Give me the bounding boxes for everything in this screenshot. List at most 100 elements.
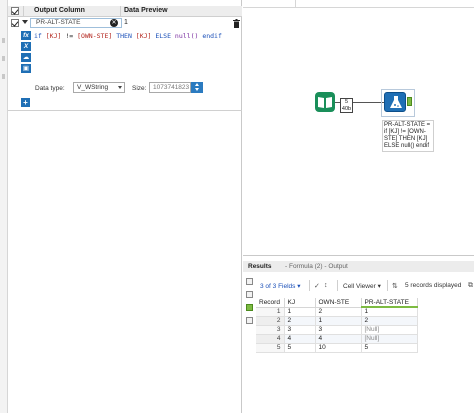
size-stepper[interactable] (191, 82, 203, 93)
cell-viewer-dropdown[interactable]: Cell Viewer ▾ (343, 282, 381, 290)
table-header-row: Record KJ OWN-STE PR-ALT-STATE (256, 298, 418, 308)
variable-x-icon[interactable]: X (21, 42, 31, 51)
expr-field: [KJ] (45, 32, 62, 40)
record-cell: 3 (256, 325, 285, 335)
data-type-select[interactable]: V_WString (73, 82, 125, 93)
output-column-value: PR-ALT-STATE (36, 19, 81, 26)
records-displayed: 5 records displayed (405, 282, 462, 289)
data-preview-value: 1 (124, 19, 128, 26)
table-row[interactable]: 4 4 4 [Null] (256, 334, 418, 344)
kj-cell[interactable]: 3 (284, 325, 316, 335)
output-anchor-icon[interactable] (246, 304, 253, 311)
check-icon[interactable]: ✓ (314, 282, 320, 290)
expr-operator: != (61, 32, 78, 40)
divider (120, 6, 121, 17)
formula-annotation: PR-ALT-STATE = if [KJ] != [OWN-STE] THEN… (382, 120, 434, 152)
workflow-canvas[interactable] (243, 9, 474, 253)
data-type-label: Data type: (35, 85, 65, 92)
filter-icon[interactable]: ⇅ (392, 282, 398, 290)
own-ste-cell[interactable]: 4 (315, 334, 362, 344)
canvas-tab[interactable] (243, 0, 296, 7)
expression-editor[interactable]: if [KJ] != [OWN-STE] THEN [KJ] ELSE null… (32, 30, 242, 80)
column-header-kj[interactable]: KJ (284, 298, 316, 308)
table-view-icon[interactable] (246, 291, 253, 298)
output-column-header: Output Column (34, 7, 85, 14)
fields-dropdown[interactable]: 3 of 3 Fields ▾ (260, 282, 301, 290)
kj-cell[interactable]: 5 (284, 343, 316, 353)
size-input[interactable]: 1073741823 (149, 82, 191, 93)
own-ste-cell[interactable]: 3 (315, 325, 362, 335)
sort-icon[interactable]: ↕ (324, 282, 328, 289)
stepper-down-icon[interactable] (195, 88, 199, 91)
divider (8, 110, 242, 111)
output-anchor[interactable] (407, 97, 412, 106)
own-ste-cell[interactable]: 10 (315, 343, 362, 353)
pr-alt-state-cell[interactable]: [Null] (361, 334, 418, 344)
size-value: 1073741823 (153, 84, 190, 91)
table-row[interactable]: 1 1 2 1 (256, 307, 418, 317)
column-header-pr-alt-state[interactable]: PR-ALT-STATE (361, 298, 418, 308)
table-row[interactable]: 5 5 10 5 (256, 343, 418, 353)
edge-marker (2, 56, 5, 61)
expr-field: [OWN-STE] (77, 32, 113, 40)
record-size: 40b (341, 105, 352, 112)
data-preview-header: Data Preview (124, 7, 168, 14)
function-icon[interactable]: fx (21, 31, 31, 40)
expr-field: [KJ] (135, 32, 152, 40)
select-all-checkbox[interactable] (11, 7, 19, 15)
stepper-up-icon[interactable] (195, 83, 199, 86)
chevron-down-icon (118, 86, 122, 89)
record-cell: 1 (256, 307, 285, 317)
expr-function: null() (174, 32, 199, 40)
row-checkbox[interactable] (11, 19, 19, 27)
own-ste-cell[interactable]: 1 (315, 316, 362, 326)
copy-icon[interactable]: ⧉ (468, 282, 473, 290)
cloud-icon[interactable]: ☁ (21, 53, 31, 62)
edge-marker (2, 38, 5, 43)
pr-alt-state-cell[interactable]: 1 (361, 307, 418, 317)
data-type-row: Data type: V_WString Size: 1073741823 (8, 82, 242, 94)
results-panel: Results - Formula (2) - Output 3 of 3 Fi… (243, 255, 474, 413)
record-count-badge: 5 40b (340, 98, 353, 113)
save-icon[interactable]: ▣ (21, 64, 31, 73)
record-cell: 5 (256, 343, 285, 353)
list-icon[interactable] (246, 317, 253, 324)
column-header-record[interactable]: Record (256, 298, 285, 308)
clear-icon[interactable]: ✕ (110, 19, 118, 27)
edge-marker (2, 74, 5, 79)
kj-cell[interactable]: 1 (284, 307, 316, 317)
fields-dropdown-label: 3 of 3 Fields (260, 283, 296, 290)
metadata-icon[interactable] (246, 278, 253, 285)
canvas-tab-bar (243, 0, 474, 8)
pr-alt-state-cell[interactable]: 2 (361, 316, 418, 326)
results-title-bar: Results - Formula (2) - Output (243, 261, 474, 272)
kj-cell[interactable]: 4 (284, 334, 316, 344)
cell-viewer-label: Cell Viewer (343, 283, 376, 290)
column-header-own-ste[interactable]: OWN-STE (315, 298, 362, 308)
formula-tool-icon[interactable] (384, 92, 406, 112)
trash-icon[interactable] (233, 19, 240, 28)
record-cell: 4 (256, 334, 285, 344)
expr-keyword: endif (198, 32, 222, 40)
kj-cell[interactable]: 2 (284, 316, 316, 326)
record-cell: 2 (256, 316, 285, 326)
add-formula-button[interactable]: + (21, 98, 30, 107)
table-row[interactable]: 2 2 1 2 (256, 316, 418, 326)
left-edge-strip (0, 0, 8, 413)
input-data-tool-icon[interactable] (315, 92, 335, 112)
own-ste-cell[interactable]: 2 (315, 307, 362, 317)
formula-row: PR-ALT-STATE ✕ 1 (8, 18, 242, 28)
expr-keyword: if (34, 32, 46, 40)
pr-alt-state-cell[interactable]: [Null] (361, 325, 418, 335)
chevron-down-icon: ▾ (377, 283, 381, 290)
results-table: Record KJ OWN-STE PR-ALT-STATE 1 1 2 1 2… (256, 298, 418, 353)
divider (337, 280, 338, 291)
config-grid-header: Output Column Data Preview (8, 6, 242, 17)
table-row[interactable]: 3 3 3 [Null] (256, 325, 418, 335)
results-title: Results (248, 263, 272, 270)
results-toolbar: 3 of 3 Fields ▾ ✓ ↕ Cell Viewer ▾ ⇅ 5 re… (257, 280, 474, 292)
collapse-chevron-icon[interactable] (22, 20, 28, 24)
pr-alt-state-cell[interactable]: 5 (361, 343, 418, 353)
output-column-field[interactable]: PR-ALT-STATE (30, 18, 122, 28)
expression-text: if [KJ] != [OWN-STE] THEN [KJ] ELSE null… (34, 32, 222, 40)
